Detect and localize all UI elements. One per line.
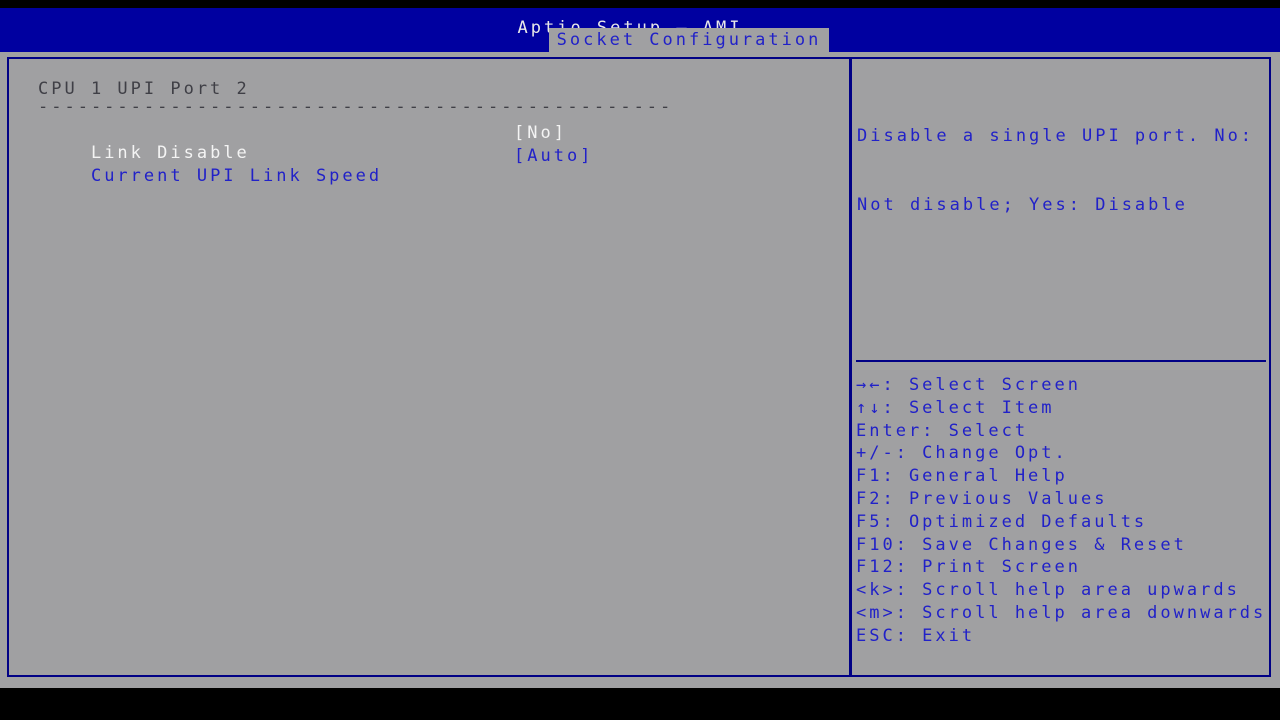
panel-divider [849,57,852,677]
help-description-line: Not disable; Yes: Disable [857,195,1188,215]
hotkey-line: ↑↓: Select Item [856,397,1055,418]
hotkey-line: F12: Print Screen [856,557,1081,578]
hotkey-line: F5: Optimized Defaults [856,511,1148,532]
hotkey-line: F1: General Help [856,466,1068,487]
hotkey-line: <m>: Scroll help area downwards [856,602,1267,623]
hotkey-line: <k>: Scroll help area upwards [856,580,1240,601]
option-value: [No] [514,123,567,143]
hotkey-legend: →←: Select Screen ↑↓: Select Item Enter:… [856,374,1276,648]
hotkey-line: ESC: Exit [856,625,976,646]
help-divider [856,360,1266,362]
hotkey-line: Enter: Select [856,420,1029,441]
section-title: CPU 1 UPI Port 2 [38,79,250,99]
help-description: Disable a single UPI port. No: Not disab… [857,79,1271,263]
tab-socket-configuration[interactable]: Socket Configuration [549,28,829,52]
help-description-line: Disable a single UPI port. No: [857,126,1255,146]
option-row-link-disable[interactable]: Link Disable [No] [38,123,818,163]
hotkey-line: →←: Select Screen [856,375,1081,395]
option-value: [Auto] [514,146,594,166]
option-row-current-upi-link-speed[interactable]: Current UPI Link Speed [Auto] [38,146,818,186]
hotkey-line: +/-: Change Opt. [856,443,1068,464]
bios-screen: { "window": { "title": "Aptio Setup – AM… [0,0,1280,720]
option-label: Current UPI Link Speed [90,166,383,186]
hotkey-line: F2: Previous Values [856,488,1108,509]
hotkey-line: F10: Save Changes & Reset [856,534,1187,555]
section-separator: ----------------------------------------… [38,97,674,117]
